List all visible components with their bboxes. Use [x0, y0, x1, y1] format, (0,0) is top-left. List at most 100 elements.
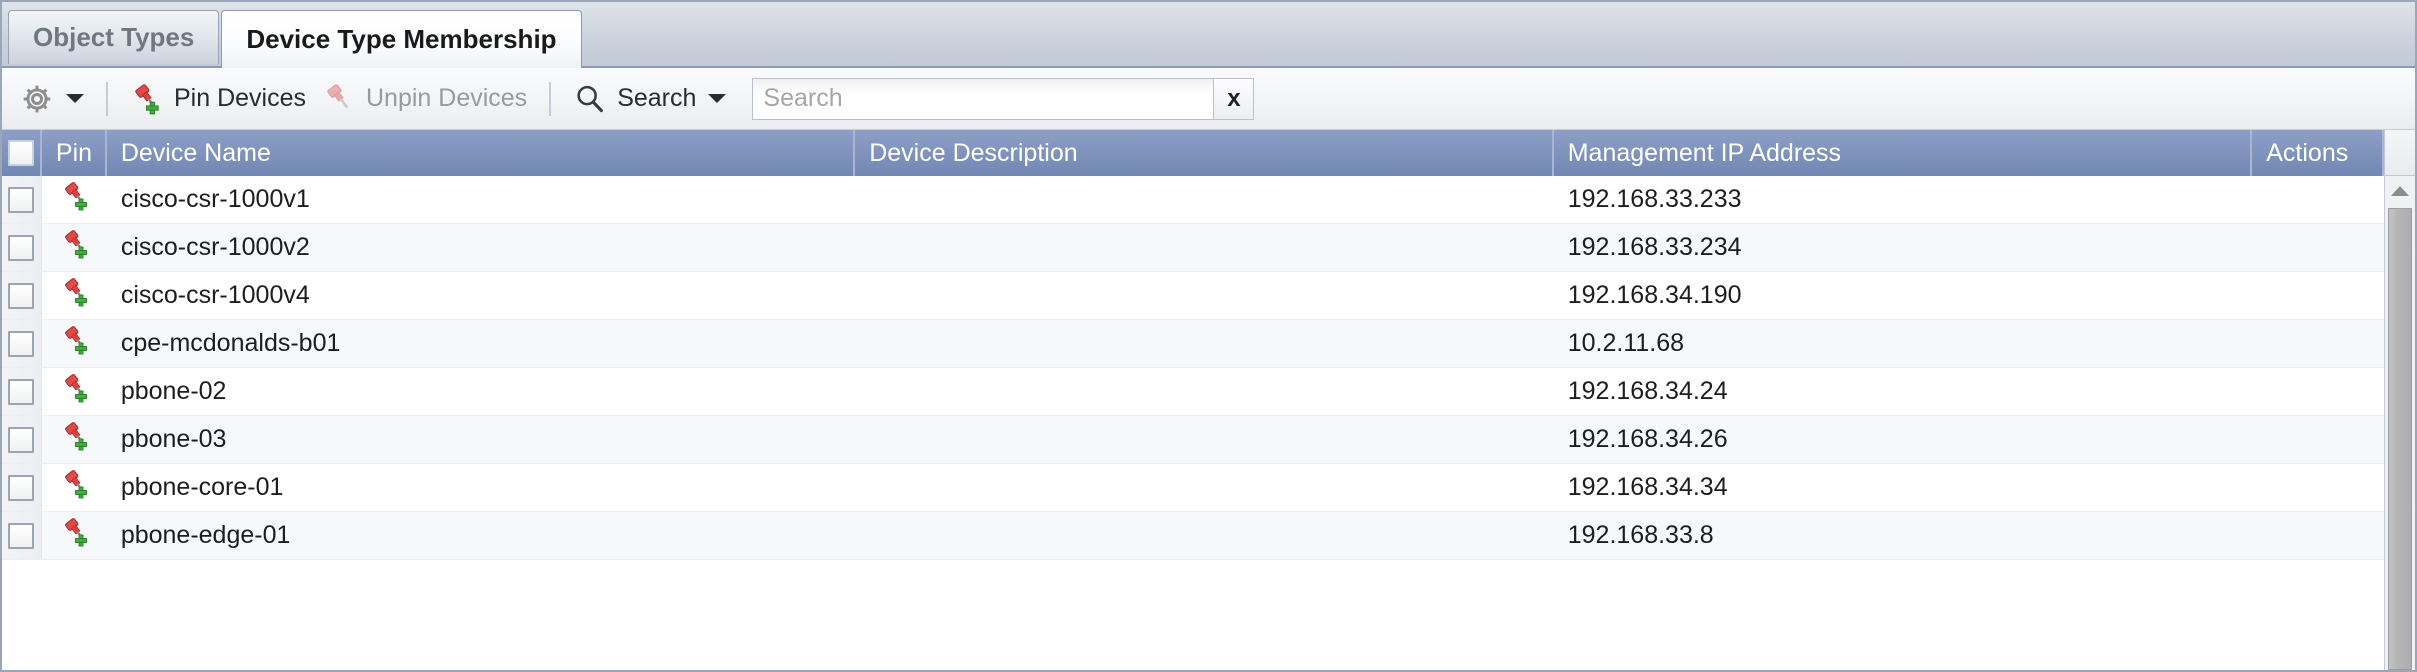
cell-mgmt_ip-text: 192.168.33.234 [1567, 233, 1742, 261]
pin-add-icon[interactable] [60, 228, 92, 267]
cell-select[interactable] [2, 368, 42, 415]
magnifier-icon [573, 82, 607, 116]
pin-add-icon [130, 82, 164, 116]
row-select-checkbox[interactable] [8, 234, 35, 261]
table-row[interactable]: cisco-csr-1000v2 192.168.33.234 [2, 223, 2384, 272]
gear-icon [20, 82, 54, 116]
scrollbar-thumb[interactable] [2388, 208, 2412, 670]
cell-description [855, 272, 1554, 319]
cell-device_name-text: cisco-csr-1000v1 [120, 185, 310, 213]
cell-pin[interactable] [42, 416, 107, 463]
cell-mgmt_ip: 192.168.33.8 [1554, 512, 2253, 559]
cell-description [855, 320, 1554, 367]
cell-mgmt_ip: 192.168.34.26 [1554, 416, 2253, 463]
cell-device_name: pbone-03 [107, 416, 855, 463]
grid-header-device_name[interactable]: Device Name [107, 130, 856, 176]
chevron-down-icon [708, 94, 727, 103]
cell-mgmt_ip-text: 192.168.34.190 [1567, 281, 1742, 309]
table-row[interactable]: cisco-csr-1000v4 192.168.34.190 [2, 272, 2384, 319]
clear-search-button[interactable]: x [1213, 78, 1254, 119]
grid-rows: cisco-csr-1000v1 192.168.33.233 cisco-csr-… [2, 176, 2384, 670]
vertical-scrollbar[interactable] [2384, 176, 2415, 670]
grid-header-device_name-label: Device Name [120, 138, 271, 167]
toolbar-separator-2 [549, 81, 552, 116]
grid-header-actions[interactable]: Actions [2252, 130, 2384, 176]
cell-device_name-text: cisco-csr-1000v4 [120, 281, 310, 309]
cell-pin[interactable] [42, 512, 107, 559]
triangle-up-glyph [2391, 186, 2409, 196]
grid-header-pin-label: Pin [55, 138, 93, 167]
toolbar-separator-1 [106, 81, 108, 116]
pin-add-icon[interactable] [60, 180, 92, 219]
pin-add-icon[interactable] [60, 276, 92, 315]
cell-device_name-text: cisco-csr-1000v2 [120, 233, 310, 261]
row-select-checkbox[interactable] [8, 330, 35, 357]
chevron-down-icon [66, 94, 84, 103]
scroll-up-arrow-icon[interactable] [2385, 176, 2415, 206]
row-select-checkbox[interactable] [8, 378, 35, 405]
pin-add-icon[interactable] [60, 372, 92, 411]
grid-header-mgmt_ip-label: Management IP Address [1567, 138, 1842, 167]
settings-menu-button[interactable] [12, 76, 92, 122]
pin-devices-label: Pin Devices [174, 84, 306, 112]
table-row[interactable]: pbone-edge-01 192.168.33.8 [2, 511, 2384, 560]
cell-select[interactable] [2, 224, 42, 271]
row-select-checkbox[interactable] [8, 186, 35, 213]
cell-description [855, 512, 1554, 559]
cell-device_name: cisco-csr-1000v1 [107, 176, 855, 223]
select-all-checkbox[interactable] [7, 140, 34, 166]
cell-actions [2252, 320, 2384, 367]
cell-device_name: pbone-core-01 [107, 464, 855, 511]
row-select-checkbox[interactable] [8, 426, 35, 453]
cell-pin[interactable] [42, 272, 107, 319]
cell-device_name-text: pbone-core-01 [120, 473, 284, 501]
cell-mgmt_ip: 192.168.34.190 [1554, 272, 2253, 319]
table-row[interactable]: cisco-csr-1000v1 192.168.33.233 [2, 176, 2384, 223]
cell-device_name: cisco-csr-1000v2 [107, 224, 855, 271]
tab-device-type-membership[interactable]: Device Type Membership [221, 10, 582, 68]
toolbar: Pin Devices Unpin Devices Search Search … [2, 68, 2415, 130]
grid-header-mgmt_ip[interactable]: Management IP Address [1554, 130, 2253, 176]
cell-description [855, 464, 1554, 511]
cell-pin[interactable] [42, 368, 107, 415]
pin-devices-button[interactable]: Pin Devices [122, 76, 314, 122]
pin-remove-icon [322, 82, 356, 116]
search-input[interactable] [753, 78, 1214, 119]
grid-header-pin[interactable]: Pin [42, 130, 107, 176]
grid-header-description[interactable]: Device Description [855, 130, 1554, 176]
cell-select[interactable] [2, 416, 42, 463]
search-menu-button[interactable]: Search [565, 76, 734, 122]
table-row[interactable]: cpe-mcdonalds-b01 10.2.11.68 [2, 319, 2384, 368]
cell-mgmt_ip: 192.168.33.233 [1554, 176, 2253, 223]
pin-add-icon[interactable] [60, 420, 92, 459]
row-select-checkbox[interactable] [8, 282, 35, 309]
cell-mgmt_ip-text: 192.168.33.8 [1567, 521, 1714, 549]
table-row[interactable]: pbone-02 192.168.34.24 [2, 368, 2384, 415]
cell-device_name: pbone-edge-01 [107, 512, 855, 559]
cell-actions [2252, 368, 2384, 415]
table-row[interactable]: pbone-core-01 192.168.34.34 [2, 464, 2384, 511]
cell-select[interactable] [2, 176, 42, 223]
table-row[interactable]: pbone-03 192.168.34.26 [2, 415, 2384, 464]
row-select-checkbox[interactable] [8, 522, 35, 549]
cell-select[interactable] [2, 512, 42, 559]
pin-add-icon[interactable] [60, 468, 92, 507]
unpin-devices-button[interactable]: Unpin Devices [314, 76, 535, 122]
pin-add-icon[interactable] [60, 324, 92, 363]
pin-add-icon[interactable] [60, 516, 92, 555]
cell-pin[interactable] [42, 464, 107, 511]
cell-device_name-text: cpe-mcdonalds-b01 [120, 329, 341, 357]
tab-object-types[interactable]: Object Types [8, 10, 220, 64]
cell-select[interactable] [2, 272, 42, 319]
cell-actions [2252, 224, 2384, 271]
grid-header-select[interactable] [2, 130, 42, 176]
grid-body: cisco-csr-1000v1 192.168.33.233 cisco-csr-… [2, 176, 2415, 670]
row-select-checkbox[interactable] [8, 474, 35, 501]
cell-pin[interactable] [42, 224, 107, 271]
cell-pin[interactable] [42, 320, 107, 367]
cell-select[interactable] [2, 464, 42, 511]
cell-pin[interactable] [42, 176, 107, 223]
cell-mgmt_ip-text: 10.2.11.68 [1567, 329, 1685, 357]
cell-description [855, 416, 1554, 463]
cell-select[interactable] [2, 320, 42, 367]
